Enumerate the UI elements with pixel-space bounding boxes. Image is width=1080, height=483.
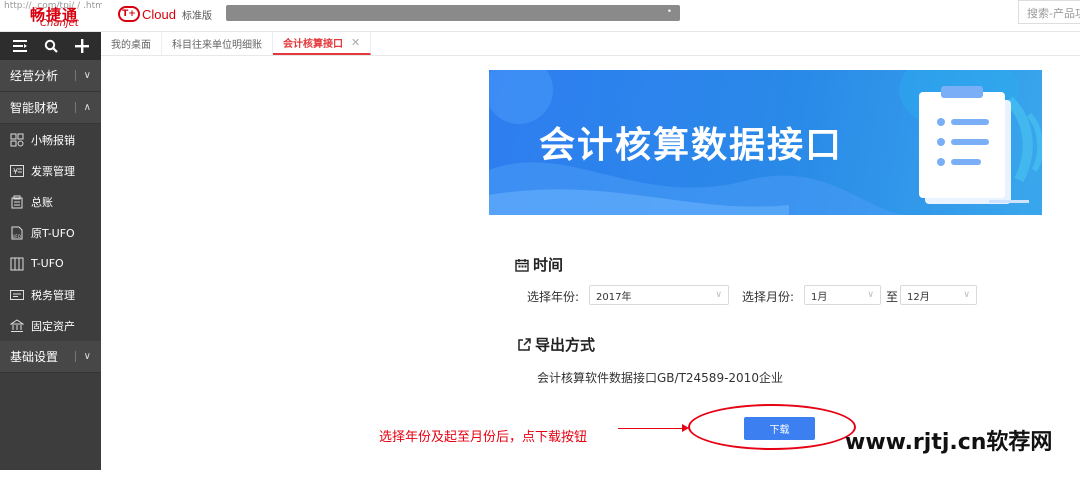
asset-icon xyxy=(9,318,25,333)
export-standard-option[interactable]: 会计核算软件数据接口GB/T24589-2010企业 xyxy=(537,369,783,386)
tab-label: 我的桌面 xyxy=(111,39,151,51)
redacted-url-bar: • xyxy=(226,5,680,21)
sidebar-item-label: 原T-UFO xyxy=(31,226,75,240)
sidebar-group-basic-settings[interactable]: 基础设置 ∨ xyxy=(0,341,101,373)
sidebar-group-smart-finance[interactable]: 智能财税 ∧ xyxy=(0,92,101,124)
top-bar: http:// .com/tpi/ / .html 畅捷通 Chanjet T+… xyxy=(0,0,1080,32)
sidebar-item-expense[interactable]: 小畅报销 xyxy=(0,124,101,155)
sidebar-item-label: 总账 xyxy=(31,195,53,209)
calendar-icon xyxy=(515,258,529,272)
export-section-heading: 导出方式 xyxy=(517,334,595,355)
svg-text:¥: ¥ xyxy=(13,167,18,176)
sidebar-group-label: 经营分析 xyxy=(10,69,59,83)
invoice-icon: ¥ xyxy=(9,164,25,178)
tab-my-desktop[interactable]: 我的桌面 xyxy=(101,31,162,55)
chevron-down-icon: ∨ xyxy=(963,290,970,300)
report-icon xyxy=(9,257,25,271)
product-logo: T+ Cloud 标准版 xyxy=(118,4,212,24)
sidebar-item-label: 小畅报销 xyxy=(31,133,75,147)
annotation-arrow-line xyxy=(618,428,686,429)
chevron-up-icon: ∧ xyxy=(74,102,91,113)
sidebar-group-label: 智能财税 xyxy=(10,101,59,115)
ufo-report-icon: UFO xyxy=(9,226,25,240)
sidebar-item-invoice[interactable]: ¥ 发票管理 xyxy=(0,155,101,186)
chevron-down-icon: ∨ xyxy=(74,351,91,362)
time-heading-text: 时间 xyxy=(533,256,564,274)
month-from-value: 1月 xyxy=(811,291,828,303)
sidebar-item-original-t-ufo[interactable]: UFO 原T-UFO xyxy=(0,217,101,248)
year-select[interactable]: 2017年 ∨ xyxy=(589,285,729,305)
clipboard-icon xyxy=(919,86,1011,204)
sidebar-group-label: 基础设置 xyxy=(10,350,59,364)
sidebar: 经营分析 ∨ 智能财税 ∧ 小畅报销 ¥ 发票管理 总账 UFO 原T-UFO … xyxy=(0,32,101,470)
month-to-select[interactable]: 12月 ∨ xyxy=(900,285,977,305)
banner-title: 会计核算数据接口 xyxy=(539,125,844,166)
month-to-value: 12月 xyxy=(907,291,930,303)
tab-accounting-interface[interactable]: 会计核算接口 ✕ xyxy=(273,31,372,55)
sidebar-item-label: T-UFO xyxy=(31,257,64,270)
cloud-name: Cloud xyxy=(142,6,176,22)
chevron-down-icon: ∨ xyxy=(715,290,722,300)
watermark: www.rjtj.cn软荐网 xyxy=(845,430,1053,455)
time-section-heading: 时间 xyxy=(515,254,563,275)
brand-logo-block: http:// .com/tpi/ / .html 畅捷通 Chanjet xyxy=(0,0,102,32)
download-button[interactable]: 下载 xyxy=(744,417,815,440)
brand-sub: Chanjet xyxy=(40,18,79,29)
plus-icon[interactable] xyxy=(72,36,92,56)
search-input[interactable]: 搜索-产品功能 xyxy=(1018,0,1080,24)
tab-account-detail-ledger[interactable]: 科目往来单位明细账 xyxy=(162,31,273,55)
expense-icon xyxy=(9,133,25,147)
sidebar-toolbar xyxy=(0,32,101,60)
sidebar-item-label: 固定资产 xyxy=(31,319,75,333)
arrow-right-icon xyxy=(682,424,689,432)
tab-label: 科目往来单位明细账 xyxy=(172,39,262,51)
sidebar-item-tax[interactable]: 税务管理 xyxy=(0,279,101,310)
sidebar-group-business-analysis[interactable]: 经营分析 ∨ xyxy=(0,60,101,92)
edition-badge: 标准版 xyxy=(181,10,212,22)
month-from-select[interactable]: 1月 ∨ xyxy=(804,285,881,305)
to-label: 至 xyxy=(886,290,899,304)
search-icon[interactable] xyxy=(41,36,61,56)
instruction-annotation: 选择年份及起至月份后，点下载按钮 xyxy=(379,430,588,445)
sidebar-item-t-ufo[interactable]: T-UFO xyxy=(0,248,101,279)
external-link-icon xyxy=(518,337,531,351)
export-heading-text: 导出方式 xyxy=(535,336,596,354)
sidebar-item-fixed-assets[interactable]: 固定资产 xyxy=(0,310,101,341)
cloud-mark-icon: T+ xyxy=(118,6,140,22)
tax-icon xyxy=(9,288,25,302)
chevron-down-icon: ∨ xyxy=(867,290,874,300)
ledger-icon xyxy=(9,195,25,209)
dot-icon: • xyxy=(666,7,672,17)
sidebar-item-label: 税务管理 xyxy=(31,288,75,302)
svg-text:UFO: UFO xyxy=(13,234,21,239)
menu-icon[interactable] xyxy=(10,36,30,56)
banner: 会计核算数据接口 xyxy=(489,70,1042,215)
tab-label: 会计核算接口 xyxy=(283,38,343,50)
chevron-down-icon: ∨ xyxy=(74,70,91,81)
tab-bar: 我的桌面 科目往来单位明细账 会计核算接口 ✕ xyxy=(101,31,1080,56)
year-label: 选择年份: xyxy=(527,290,580,304)
year-value: 2017年 xyxy=(596,291,632,303)
sidebar-item-ledger[interactable]: 总账 xyxy=(0,186,101,217)
month-label: 选择月份: xyxy=(742,290,795,304)
sidebar-item-label: 发票管理 xyxy=(31,164,75,178)
close-icon[interactable]: ✕ xyxy=(351,36,360,49)
